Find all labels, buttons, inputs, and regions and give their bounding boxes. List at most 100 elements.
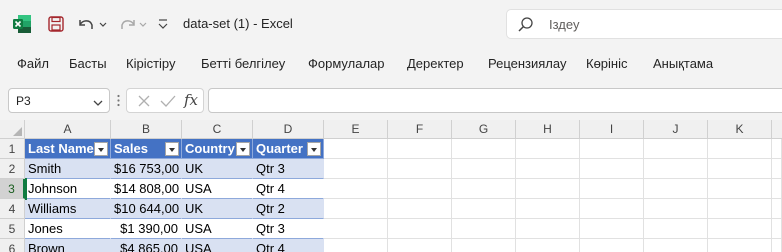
table-cell[interactable]: Smith — [25, 159, 111, 179]
table-cell[interactable]: $16 753,00 — [111, 159, 182, 179]
table-header-cell[interactable]: Quarter — [253, 139, 324, 159]
column-header[interactable]: A — [25, 120, 111, 139]
grid-cell[interactable] — [644, 199, 708, 219]
grid-cell[interactable] — [708, 199, 772, 219]
table-cell[interactable]: USA — [182, 239, 253, 252]
filter-dropdown-icon[interactable] — [165, 142, 179, 156]
grid-cell[interactable] — [388, 139, 452, 159]
grid-cell[interactable] — [772, 239, 782, 252]
table-cell[interactable]: UK — [182, 159, 253, 179]
grid-cell[interactable] — [324, 139, 388, 159]
tab-view[interactable]: Көрініс — [586, 56, 628, 71]
grid-cell[interactable] — [772, 179, 782, 199]
chevron-down-icon[interactable] — [93, 96, 103, 106]
row-header[interactable]: 6 — [0, 239, 25, 252]
column-header[interactable]: I — [580, 120, 644, 139]
name-box[interactable]: P3 — [8, 88, 110, 113]
grid-cell[interactable] — [452, 139, 516, 159]
grid-cell[interactable] — [388, 159, 452, 179]
table-cell[interactable]: USA — [182, 219, 253, 239]
grid-cell[interactable] — [516, 139, 580, 159]
grid-cell[interactable] — [452, 179, 516, 199]
tab-file[interactable]: Файл — [17, 56, 49, 71]
grid-cell[interactable] — [644, 139, 708, 159]
table-cell[interactable]: Qtr 2 — [253, 199, 324, 219]
table-header-cell[interactable]: Last Name — [25, 139, 111, 159]
grid-cell[interactable] — [580, 239, 644, 252]
tab-home[interactable]: Басты — [69, 56, 107, 71]
table-cell[interactable]: $1 390,00 — [111, 219, 182, 239]
grid-cell[interactable] — [708, 239, 772, 252]
table-cell[interactable]: Qtr 4 — [253, 179, 324, 199]
grid-cell[interactable] — [708, 139, 772, 159]
column-header-partial[interactable] — [772, 120, 782, 139]
column-header[interactable]: G — [452, 120, 516, 139]
tab-page-layout[interactable]: Бетті белгілеу — [201, 56, 285, 71]
grid-cell[interactable] — [516, 159, 580, 179]
worksheet-grid[interactable]: A B C D E F G H I J K 1 2 3 4 5 6 Last N… — [0, 120, 782, 252]
column-header[interactable]: E — [324, 120, 388, 139]
row-header[interactable]: 1 — [0, 139, 25, 159]
grid-cell[interactable] — [580, 199, 644, 219]
grid-cell[interactable] — [324, 219, 388, 239]
table-cell[interactable]: Brown — [25, 239, 111, 252]
column-header[interactable]: K — [708, 120, 772, 139]
tab-insert[interactable]: Кірістіру — [126, 56, 176, 71]
grid-cell[interactable] — [580, 219, 644, 239]
table-header-cell[interactable]: Country — [182, 139, 253, 159]
column-header[interactable]: J — [644, 120, 708, 139]
column-header[interactable]: B — [111, 120, 182, 139]
formula-input[interactable] — [208, 88, 782, 113]
table-header-cell[interactable]: Sales — [111, 139, 182, 159]
column-header[interactable]: D — [253, 120, 324, 139]
select-all-button[interactable] — [0, 120, 25, 139]
table-cell[interactable]: $14 808,00 — [111, 179, 182, 199]
undo-button[interactable] — [76, 14, 112, 34]
filter-dropdown-icon[interactable] — [236, 142, 250, 156]
grid-cell[interactable] — [324, 179, 388, 199]
more-options-icon[interactable] — [117, 93, 120, 108]
table-cell[interactable]: Qtr 4 — [253, 239, 324, 252]
cancel-icon[interactable] — [137, 94, 151, 108]
table-cell[interactable]: Williams — [25, 199, 111, 219]
grid-cell[interactable] — [388, 219, 452, 239]
row-header[interactable]: 5 — [0, 219, 25, 239]
grid-cell[interactable] — [388, 239, 452, 252]
table-cell[interactable]: $10 644,00 — [111, 199, 182, 219]
customize-toolbar-icon[interactable] — [156, 14, 170, 34]
redo-button[interactable] — [116, 14, 152, 34]
grid-cell[interactable] — [644, 179, 708, 199]
grid-cell[interactable] — [452, 199, 516, 219]
grid-cell[interactable] — [452, 159, 516, 179]
column-header[interactable]: H — [516, 120, 580, 139]
grid-cell[interactable] — [644, 219, 708, 239]
tab-review[interactable]: Рецензиялау — [488, 56, 566, 71]
grid-cell[interactable] — [772, 139, 782, 159]
grid-cell[interactable] — [772, 199, 782, 219]
row-header[interactable]: 2 — [0, 159, 25, 179]
column-header[interactable]: C — [182, 120, 253, 139]
grid-cell[interactable] — [772, 219, 782, 239]
grid-cell[interactable] — [388, 199, 452, 219]
grid-cell[interactable] — [516, 219, 580, 239]
filter-dropdown-icon[interactable] — [307, 142, 321, 156]
table-cell[interactable]: Jones — [25, 219, 111, 239]
tab-formulas[interactable]: Формулалар — [308, 56, 385, 71]
filter-dropdown-icon[interactable] — [94, 142, 108, 156]
grid-cell[interactable] — [452, 239, 516, 252]
grid-cell[interactable] — [516, 239, 580, 252]
grid-cell[interactable] — [644, 159, 708, 179]
tab-help[interactable]: Анықтама — [653, 56, 713, 71]
search-box[interactable]: Іздеу — [506, 9, 782, 39]
save-icon[interactable] — [46, 14, 66, 34]
table-cell[interactable]: $4 865,00 — [111, 239, 182, 252]
grid-cell[interactable] — [388, 179, 452, 199]
grid-cell[interactable] — [708, 179, 772, 199]
insert-function-button[interactable]: fx — [184, 91, 198, 109]
check-icon[interactable] — [160, 94, 176, 108]
grid-cell[interactable] — [644, 239, 708, 252]
grid-cell[interactable] — [580, 179, 644, 199]
grid-cell[interactable] — [324, 159, 388, 179]
table-cell[interactable]: Qtr 3 — [253, 219, 324, 239]
grid-cell[interactable] — [452, 219, 516, 239]
